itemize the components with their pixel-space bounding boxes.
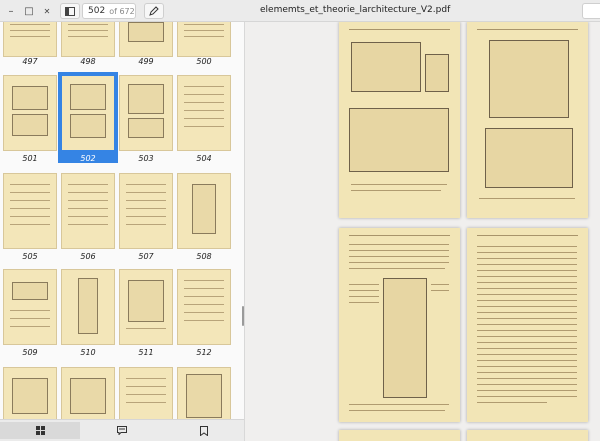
thumbnail-page[interactable]: [4, 22, 56, 56]
thumbnail-label: 497: [22, 57, 38, 66]
bookmarks-icon: [200, 425, 208, 436]
thumbnail-label: 505: [22, 252, 38, 261]
thumbnail-label: 499: [138, 57, 154, 66]
pen-icon[interactable]: [144, 3, 164, 19]
document-page: [339, 22, 460, 218]
close-icon[interactable]: ✕: [40, 3, 54, 19]
document-view[interactable]: [245, 22, 600, 441]
thumbnail-label: 504: [196, 154, 212, 163]
thumbnail-label: 510: [80, 348, 96, 357]
thumbnail-label: 500: [196, 57, 212, 66]
thumbnail-page[interactable]: [62, 22, 114, 56]
sidebar-scrollbar[interactable]: [242, 306, 244, 326]
header-bar: – □ ✕ 502 of 672 elememts_et_theorie_lar…: [0, 0, 600, 22]
document-page: [467, 22, 588, 218]
thumbnail-page-selected[interactable]: [58, 72, 118, 154]
thumbnail-label: 503: [138, 154, 154, 163]
thumbnails-tab[interactable]: [0, 422, 80, 439]
page-number-entry[interactable]: 502 of 672: [82, 3, 136, 19]
thumbnails-icon: [35, 426, 45, 435]
thumbnail-page[interactable]: [120, 22, 172, 56]
search-field[interactable]: [582, 3, 600, 19]
thumbnail-label: 511: [138, 348, 154, 357]
sidebar-bottom-bar: [0, 419, 244, 441]
thumbnail-label: 501: [22, 154, 38, 163]
thumbnail-page[interactable]: [120, 174, 172, 248]
thumbnail-page[interactable]: [120, 270, 172, 344]
thumbnail-label: 506: [80, 252, 96, 261]
thumbnail-page[interactable]: [62, 270, 114, 344]
bookmarks-tab[interactable]: [164, 422, 244, 439]
thumbnail-page[interactable]: [4, 368, 56, 419]
document-page: [467, 430, 588, 441]
thumbnail-label: 507: [138, 252, 154, 261]
annotations-icon: [117, 426, 127, 435]
thumbnail-page[interactable]: [120, 368, 172, 419]
thumbnail-page[interactable]: [178, 270, 230, 344]
thumbnail-label: 512: [196, 348, 212, 357]
thumbnail-label: 498: [80, 57, 96, 66]
thumbnail-sidebar: 497 498 499 500 501 502 503 504 505 506 …: [0, 22, 244, 419]
document-page: [467, 228, 588, 422]
thumbnail-page[interactable]: [62, 368, 114, 419]
thumbnail-page[interactable]: [62, 174, 114, 248]
thumbnail-label: 509: [22, 348, 38, 357]
thumbnail-page[interactable]: [178, 368, 230, 419]
thumbnail-label: 508: [196, 252, 212, 261]
thumbnail-page[interactable]: [120, 76, 172, 150]
document-page: [339, 430, 460, 441]
maximize-icon[interactable]: □: [22, 3, 36, 19]
document-page: [339, 228, 460, 422]
window-title: elememts_et_theorie_larchitecture_V2.pdf: [260, 5, 451, 15]
thumbnail-page[interactable]: [4, 76, 56, 150]
sidebar-toggle-icon[interactable]: [60, 3, 80, 19]
minimize-icon[interactable]: –: [4, 3, 18, 19]
thumbnail-page[interactable]: [4, 174, 56, 248]
thumbnail-page[interactable]: [178, 76, 230, 150]
page-total-label: of 672: [109, 6, 135, 16]
annotations-tab[interactable]: [82, 422, 162, 439]
thumbnail-page[interactable]: [178, 22, 230, 56]
thumbnail-page[interactable]: [4, 270, 56, 344]
thumbnail-page[interactable]: [178, 174, 230, 248]
page-number-value[interactable]: 502: [88, 6, 105, 16]
thumbnail-label-selected: 502: [58, 154, 118, 163]
